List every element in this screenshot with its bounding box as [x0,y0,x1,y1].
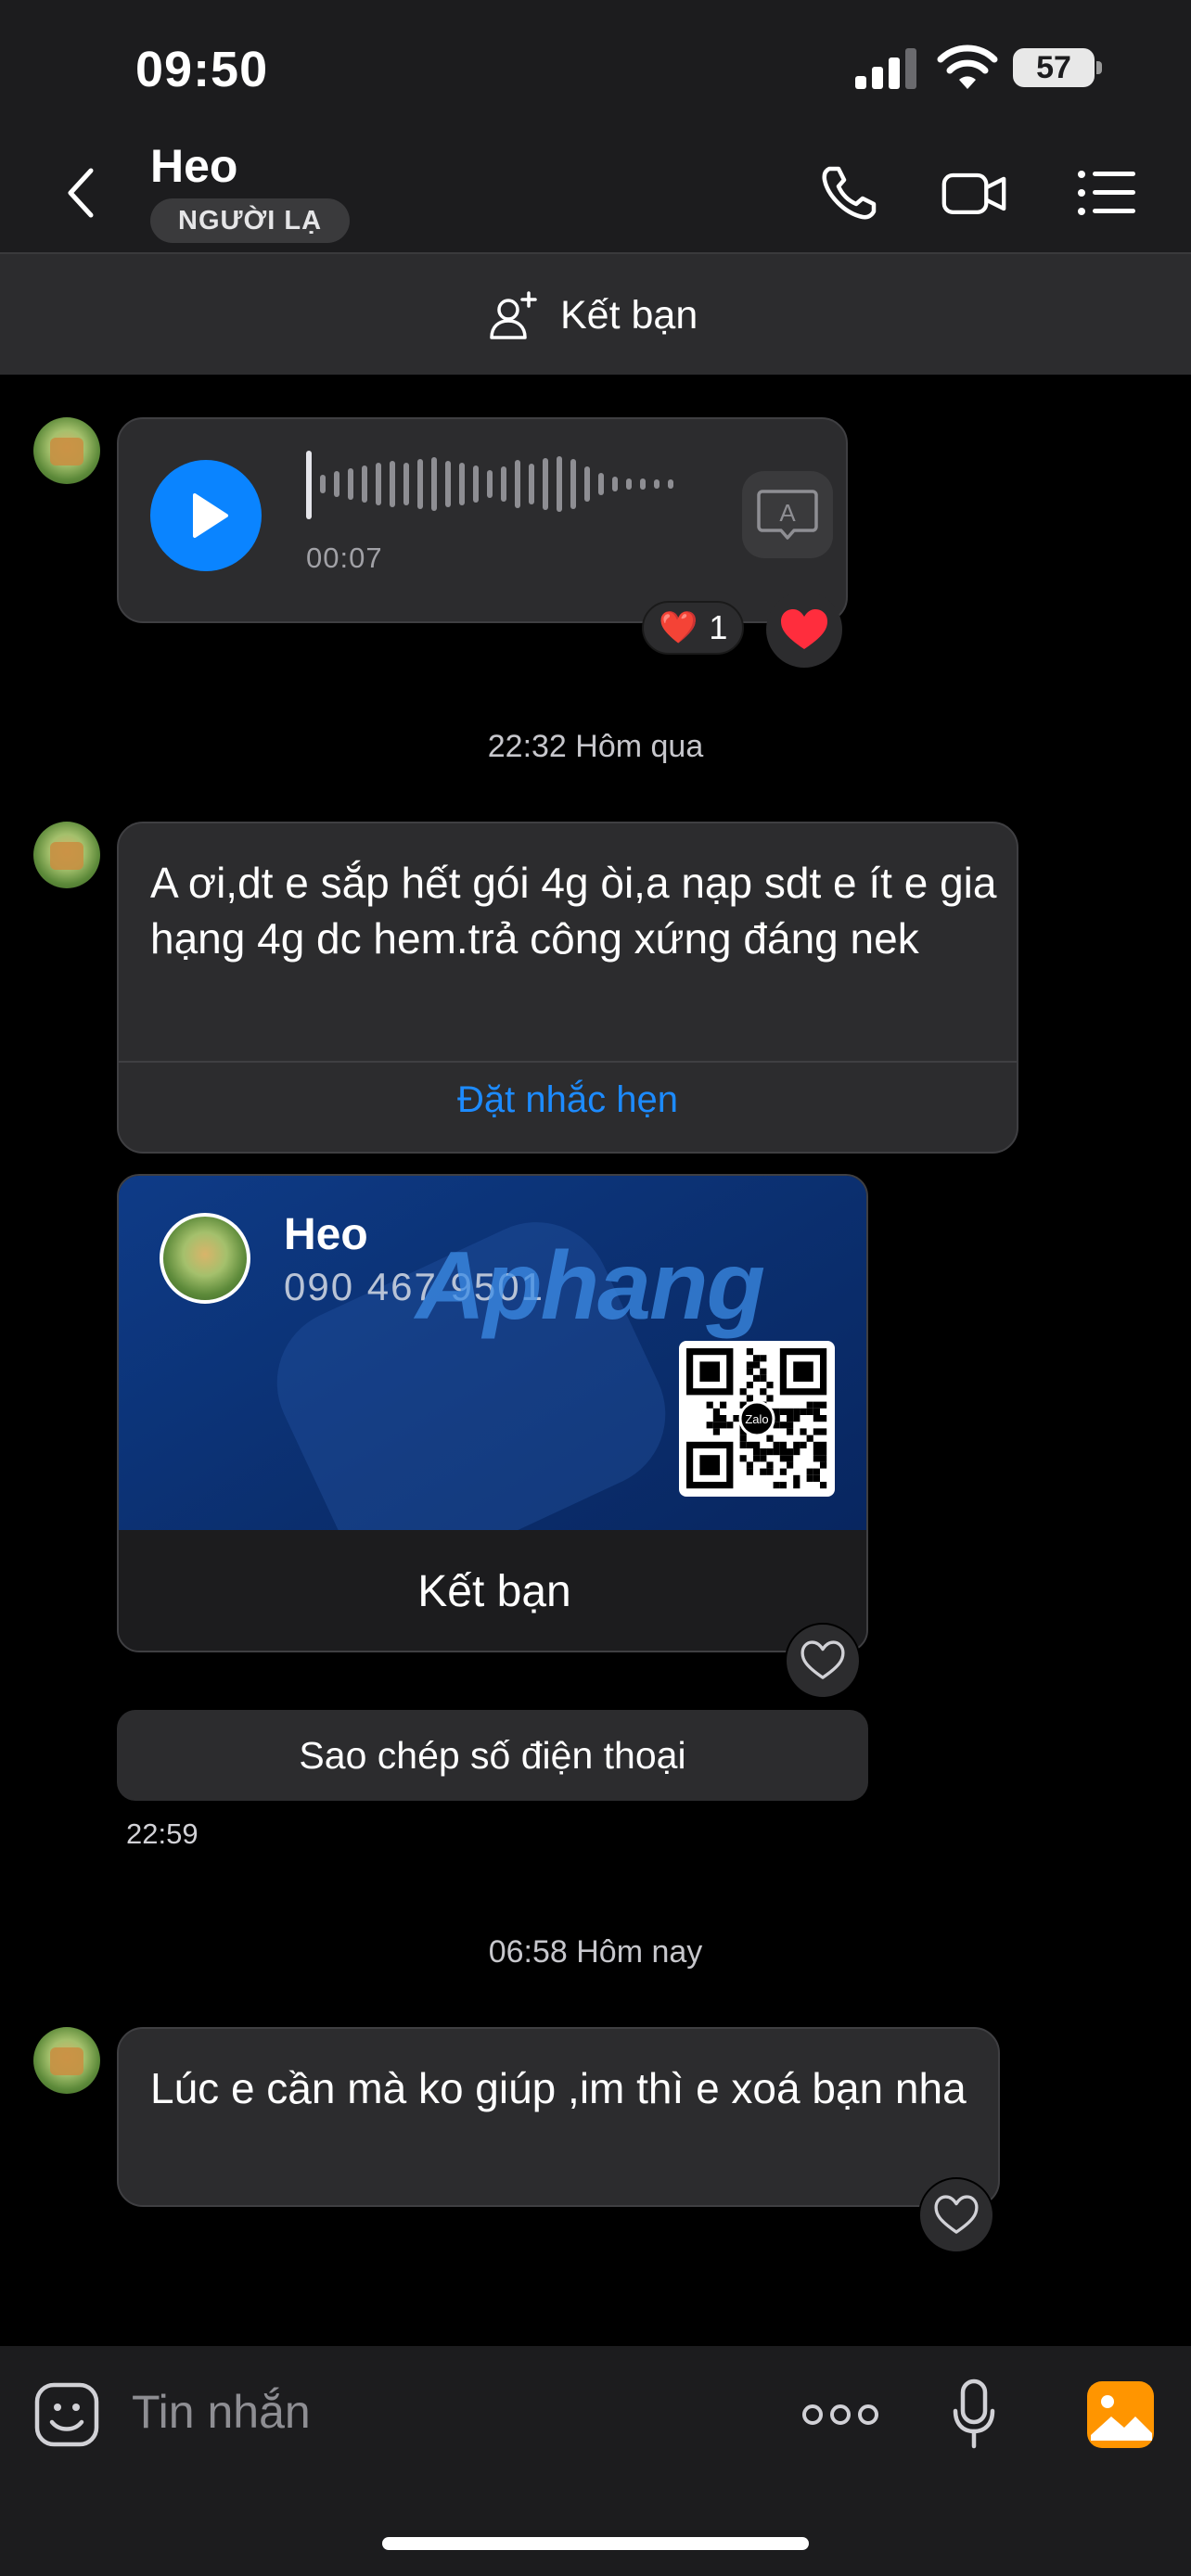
stranger-badge: NGƯỜI LẠ [150,198,351,243]
waveform-bar [445,461,451,507]
waveform-bar [557,456,562,512]
heart-reaction-icon: ❤️ [659,610,698,645]
waveform-bar [543,458,548,510]
video-call-icon[interactable] [941,159,1007,226]
add-user-icon [490,291,537,339]
react-button[interactable] [766,592,842,668]
date-divider-yesterday: 22:32 Hôm qua [487,729,704,764]
waveform-bar [570,459,576,509]
waveform-bar [612,477,618,491]
copy-phone-button[interactable]: Sao chép số điện thoại [117,1710,868,1801]
waveform-bar [487,470,493,498]
waveform-bar [501,466,506,502]
contact-card-name: Heo [284,1210,368,1259]
contact-name[interactable]: Heo [150,139,237,193]
reaction-count: 1 [709,608,728,646]
waveform-bar [515,460,520,508]
waveform-bar [431,457,437,511]
divider [119,1061,1017,1063]
waveform[interactable] [306,449,696,519]
gallery-icon[interactable] [1085,2379,1156,2450]
heart-outline-icon [800,1640,845,1679]
waveform-bar [598,473,604,495]
phone-icon[interactable] [816,159,883,226]
waveform-bar [459,463,465,505]
sticker-icon[interactable] [33,2381,100,2448]
contact-card-banner: Heo 090 467 9501 Aphang Zalo [119,1176,866,1530]
voice-duration: 00:07 [306,542,383,574]
qr-code: Zalo [679,1341,835,1497]
microphone-icon[interactable] [950,2378,998,2452]
battery-tip [1096,61,1102,74]
menu-icon[interactable] [1074,159,1141,226]
transcribe-button[interactable]: A [742,471,833,558]
message-input[interactable]: Tin nhắn [132,2385,311,2439]
add-friend-button[interactable]: Kết bạn [488,283,698,348]
waveform-bar [390,461,395,507]
play-icon [193,493,228,538]
message-timestamp: 22:59 [126,1817,198,1850]
waveform-bar [529,464,534,504]
avatar[interactable] [33,2027,100,2094]
message-text: A ơi,dt e sắp hết gói 4g òi,a nạp sdt e … [150,859,997,963]
waveform-bar [348,468,353,500]
waveform-bar [626,478,632,490]
react-button[interactable] [918,2177,994,2253]
waveform-bar [473,465,479,503]
waveform-bar [654,479,660,489]
play-button[interactable] [150,460,262,571]
wifi-icon [937,45,998,89]
waveform-bar [417,459,423,509]
more-icon[interactable] [801,2398,879,2431]
back-icon[interactable] [63,165,100,221]
qr-logo-label: Zalo [745,1412,768,1426]
message-text: Lúc e cần mà ko giúp ,im thì e xoá bạn n… [150,2064,967,2112]
waveform-bar [306,451,312,519]
svg-text:A: A [779,499,796,527]
waveform-bar [362,465,367,503]
waveform-bar [376,463,381,505]
status-time: 09:50 [135,42,269,97]
reaction-summary[interactable]: ❤️ 1 [642,601,745,655]
battery-icon: 57 [1013,48,1095,87]
watermark-logo: Aphang [416,1232,765,1340]
contact-card-add-friend-button[interactable]: Kết bạn [119,1530,866,1651]
date-divider-today: 06:58 Hôm nay [488,1934,703,1970]
heart-outline-icon [934,2195,979,2234]
contact-card-avatar [160,1213,250,1304]
waveform-bar [334,471,339,497]
message-bubble[interactable] [117,2027,1000,2207]
transcribe-icon: A [757,490,818,540]
set-reminder-link[interactable]: Đặt nhắc hẹn [117,1079,1018,1121]
react-button[interactable] [785,1623,861,1699]
waveform-bar [668,479,673,489]
signal-icon [855,46,916,89]
waveform-bar [320,475,326,493]
add-friend-label: Kết bạn [560,292,698,338]
home-indicator [382,2537,809,2550]
waveform-bar [640,478,646,490]
waveform-bar [584,466,590,502]
waveform-bar [403,463,409,505]
avatar[interactable] [33,417,100,484]
avatar[interactable] [33,822,100,888]
contact-card[interactable]: Heo 090 467 9501 Aphang Zalo Kết bạn [117,1174,868,1652]
heart-icon [781,609,827,649]
